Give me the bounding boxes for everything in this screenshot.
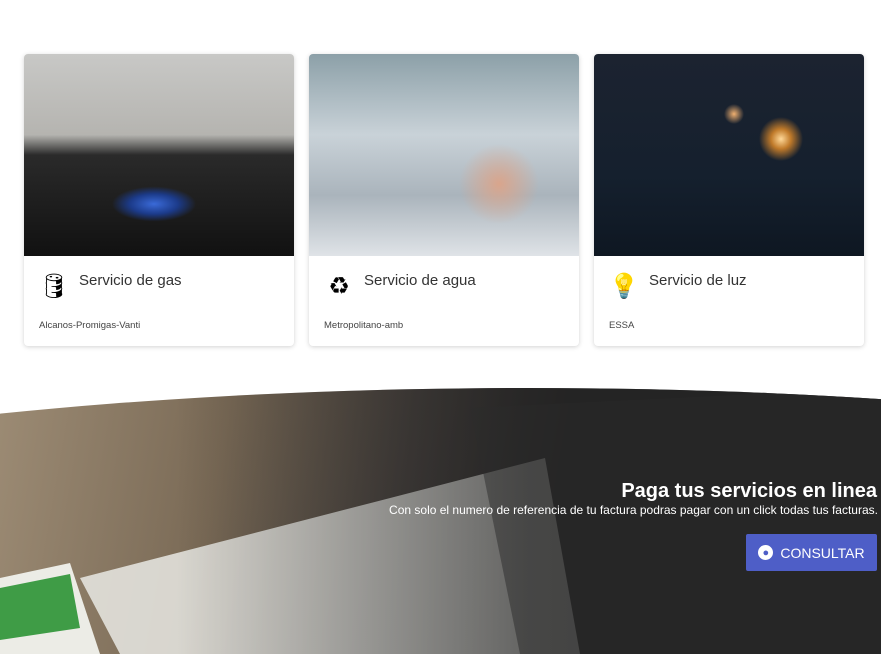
water-recycle-icon: ♻ [328, 272, 350, 300]
consultar-button[interactable]: ● CONSULTAR [746, 534, 877, 571]
service-title: Servicio de gas [79, 272, 182, 289]
payment-banner: Paga tus servicios en linea Con solo el … [0, 388, 881, 654]
banner-title: Paga tus servicios en linea [621, 480, 877, 502]
lightbulb-image [594, 54, 864, 256]
consultar-label: CONSULTAR [780, 544, 865, 561]
banner-overlay [0, 388, 881, 654]
service-card-light[interactable]: 💡 Servicio de luz ESSA [594, 54, 864, 346]
banner-text: Con solo el numero de referencia de tu f… [389, 503, 878, 517]
globe-icon: ● [758, 545, 774, 560]
service-provider: ESSA [609, 320, 635, 331]
service-card-gas[interactable]: 🛢 Servicio de gas Alcanos-Promigas-Vanti [24, 54, 294, 346]
service-provider: Metropolitano-amb [324, 320, 404, 331]
gas-cylinder-icon: 🛢 [38, 272, 70, 300]
service-provider: Alcanos-Promigas-Vanti [39, 320, 141, 331]
lightbulb-house-icon: 💡 [609, 272, 639, 300]
water-hands-image [309, 54, 579, 256]
service-title: Servicio de agua [364, 272, 476, 289]
gas-stove-image [24, 54, 294, 256]
service-title: Servicio de luz [649, 272, 747, 289]
service-card-water[interactable]: ♻ Servicio de agua Metropolitano-amb [309, 54, 579, 346]
